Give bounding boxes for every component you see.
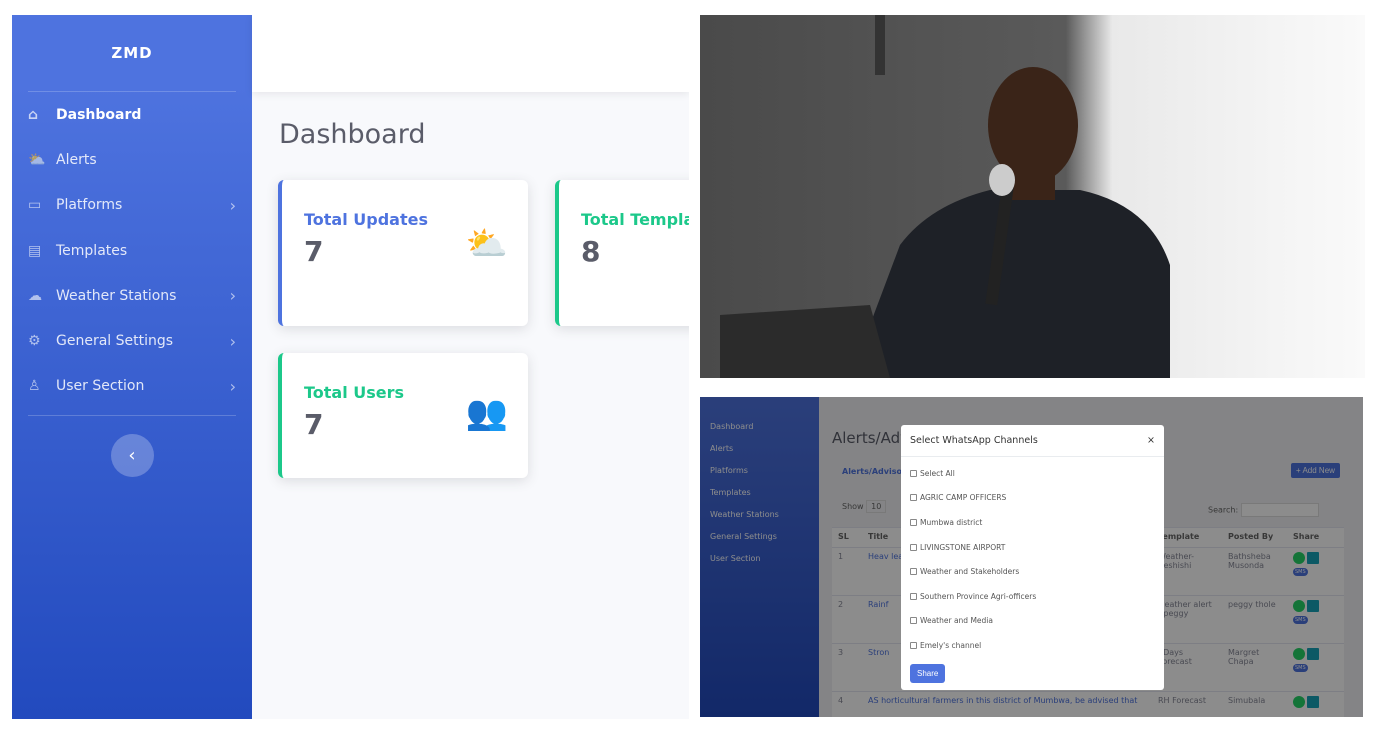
channel-option[interactable]: Weather and Stakeholders [901, 559, 1164, 584]
sidebar: ZMD ⌂ Dashboard ⛅ Alerts ▭ Platforms › ▤ Templat… [12, 15, 252, 719]
card-value: 8 [581, 235, 601, 268]
channel-option[interactable]: Weather and Media [901, 609, 1164, 634]
card-total-users: Total Users 7 👥 [278, 353, 528, 478]
checkbox[interactable] [910, 518, 917, 526]
option-label: Weather and Media [920, 616, 993, 626]
chevron-right-icon: › [229, 376, 236, 396]
channel-option[interactable]: Select All [901, 461, 1164, 486]
channel-option[interactable]: AGRIC CAMP OFFICERS [901, 486, 1164, 511]
close-icon[interactable]: × [1147, 435, 1155, 446]
user-icon: ♙ [28, 378, 41, 395]
topbar [252, 15, 689, 92]
share-button[interactable]: Share [910, 663, 946, 683]
option-label: Emely's channel [920, 640, 982, 650]
sidebar-item-label: General Settings [56, 333, 174, 350]
channel-option[interactable]: Emely's channel [901, 633, 1164, 658]
cloud-sun-icon: ⛅ [28, 151, 46, 168]
option-label: AGRIC CAMP OFFICERS [920, 493, 1007, 503]
sidebar-item-label: Dashboard [56, 106, 142, 123]
cloud-sun-icon: ⛅ [465, 224, 508, 264]
sidebar-item-templates[interactable]: ▤ Templates [12, 228, 252, 273]
sidebar-toggle-button[interactable]: ‹ [110, 434, 154, 478]
checkbox[interactable] [910, 494, 917, 502]
sidebar-item-alerts[interactable]: ⛅ Alerts [12, 137, 252, 182]
card-total-templates: Total Templa 8 [555, 180, 689, 326]
checkbox[interactable] [910, 592, 917, 600]
option-label: Weather and Stakeholders [920, 567, 1020, 577]
checkbox[interactable] [910, 641, 917, 649]
divider [28, 415, 236, 417]
channel-option[interactable]: LIVINGSTONE AIRPORT [901, 535, 1164, 560]
sidebar-item-label: User Section [56, 378, 145, 395]
sidebar-item-label: Templates [56, 242, 128, 259]
card-total-updates: Total Updates 7 ⛅ [278, 180, 528, 326]
alerts-screenshot: Dashboard Alerts Platforms Templates Weather… [700, 397, 1363, 717]
modal-title: Select WhatsApp Channels [910, 435, 1038, 446]
channel-option[interactable]: Southern Province Agri-officers [901, 584, 1164, 609]
channel-option[interactable]: Mumbwa district [901, 510, 1164, 535]
home-icon: ⌂ [28, 106, 39, 123]
option-label: Select All [920, 468, 955, 478]
sidebar-item-platforms[interactable]: ▭ Platforms › [12, 183, 252, 228]
desktop-icon: ▭ [28, 197, 42, 214]
checkbox[interactable] [910, 568, 917, 576]
checkbox[interactable] [910, 543, 917, 551]
users-icon: 👥 [465, 393, 508, 433]
sidebar-item-label: Alerts [56, 151, 97, 168]
chevron-right-icon: › [229, 286, 236, 306]
whatsapp-channels-modal: Select WhatsApp Channels × Select All AGRI… [901, 425, 1164, 690]
speaker-photo [700, 15, 1365, 378]
option-label: LIVINGSTONE AIRPORT [920, 542, 1006, 552]
sidebar-item-label: Platforms [56, 197, 123, 214]
checkbox[interactable] [910, 617, 917, 625]
sidebar-item-label: Weather Stations [56, 287, 177, 304]
dashboard-screenshot: ZMD ⌂ Dashboard ⛅ Alerts ▭ Platforms › ▤ Templat… [12, 15, 689, 719]
file-icon: ▤ [28, 242, 42, 259]
sidebar-item-general-settings[interactable]: ⚙ General Settings › [12, 318, 252, 363]
chevron-right-icon: › [229, 195, 236, 215]
checkbox[interactable] [910, 469, 917, 477]
card-label: Total Templa [581, 210, 689, 229]
sidebar-item-weather-stations[interactable]: ☁ Weather Stations › [12, 273, 252, 318]
speaker-illustration [720, 15, 1170, 378]
sidebar-item-dashboard[interactable]: ⌂ Dashboard [12, 92, 252, 137]
sidebar-item-user-section[interactable]: ♙ User Section › [12, 364, 252, 409]
gear-icon: ⚙ [28, 333, 41, 350]
cloud-icon: ☁ [28, 287, 42, 304]
chevron-right-icon: › [229, 331, 236, 351]
brand-logo: ZMD [28, 15, 236, 92]
option-label: Southern Province Agri-officers [920, 591, 1037, 601]
option-label: Mumbwa district [920, 517, 983, 527]
page-title: Dashboard [279, 119, 426, 150]
